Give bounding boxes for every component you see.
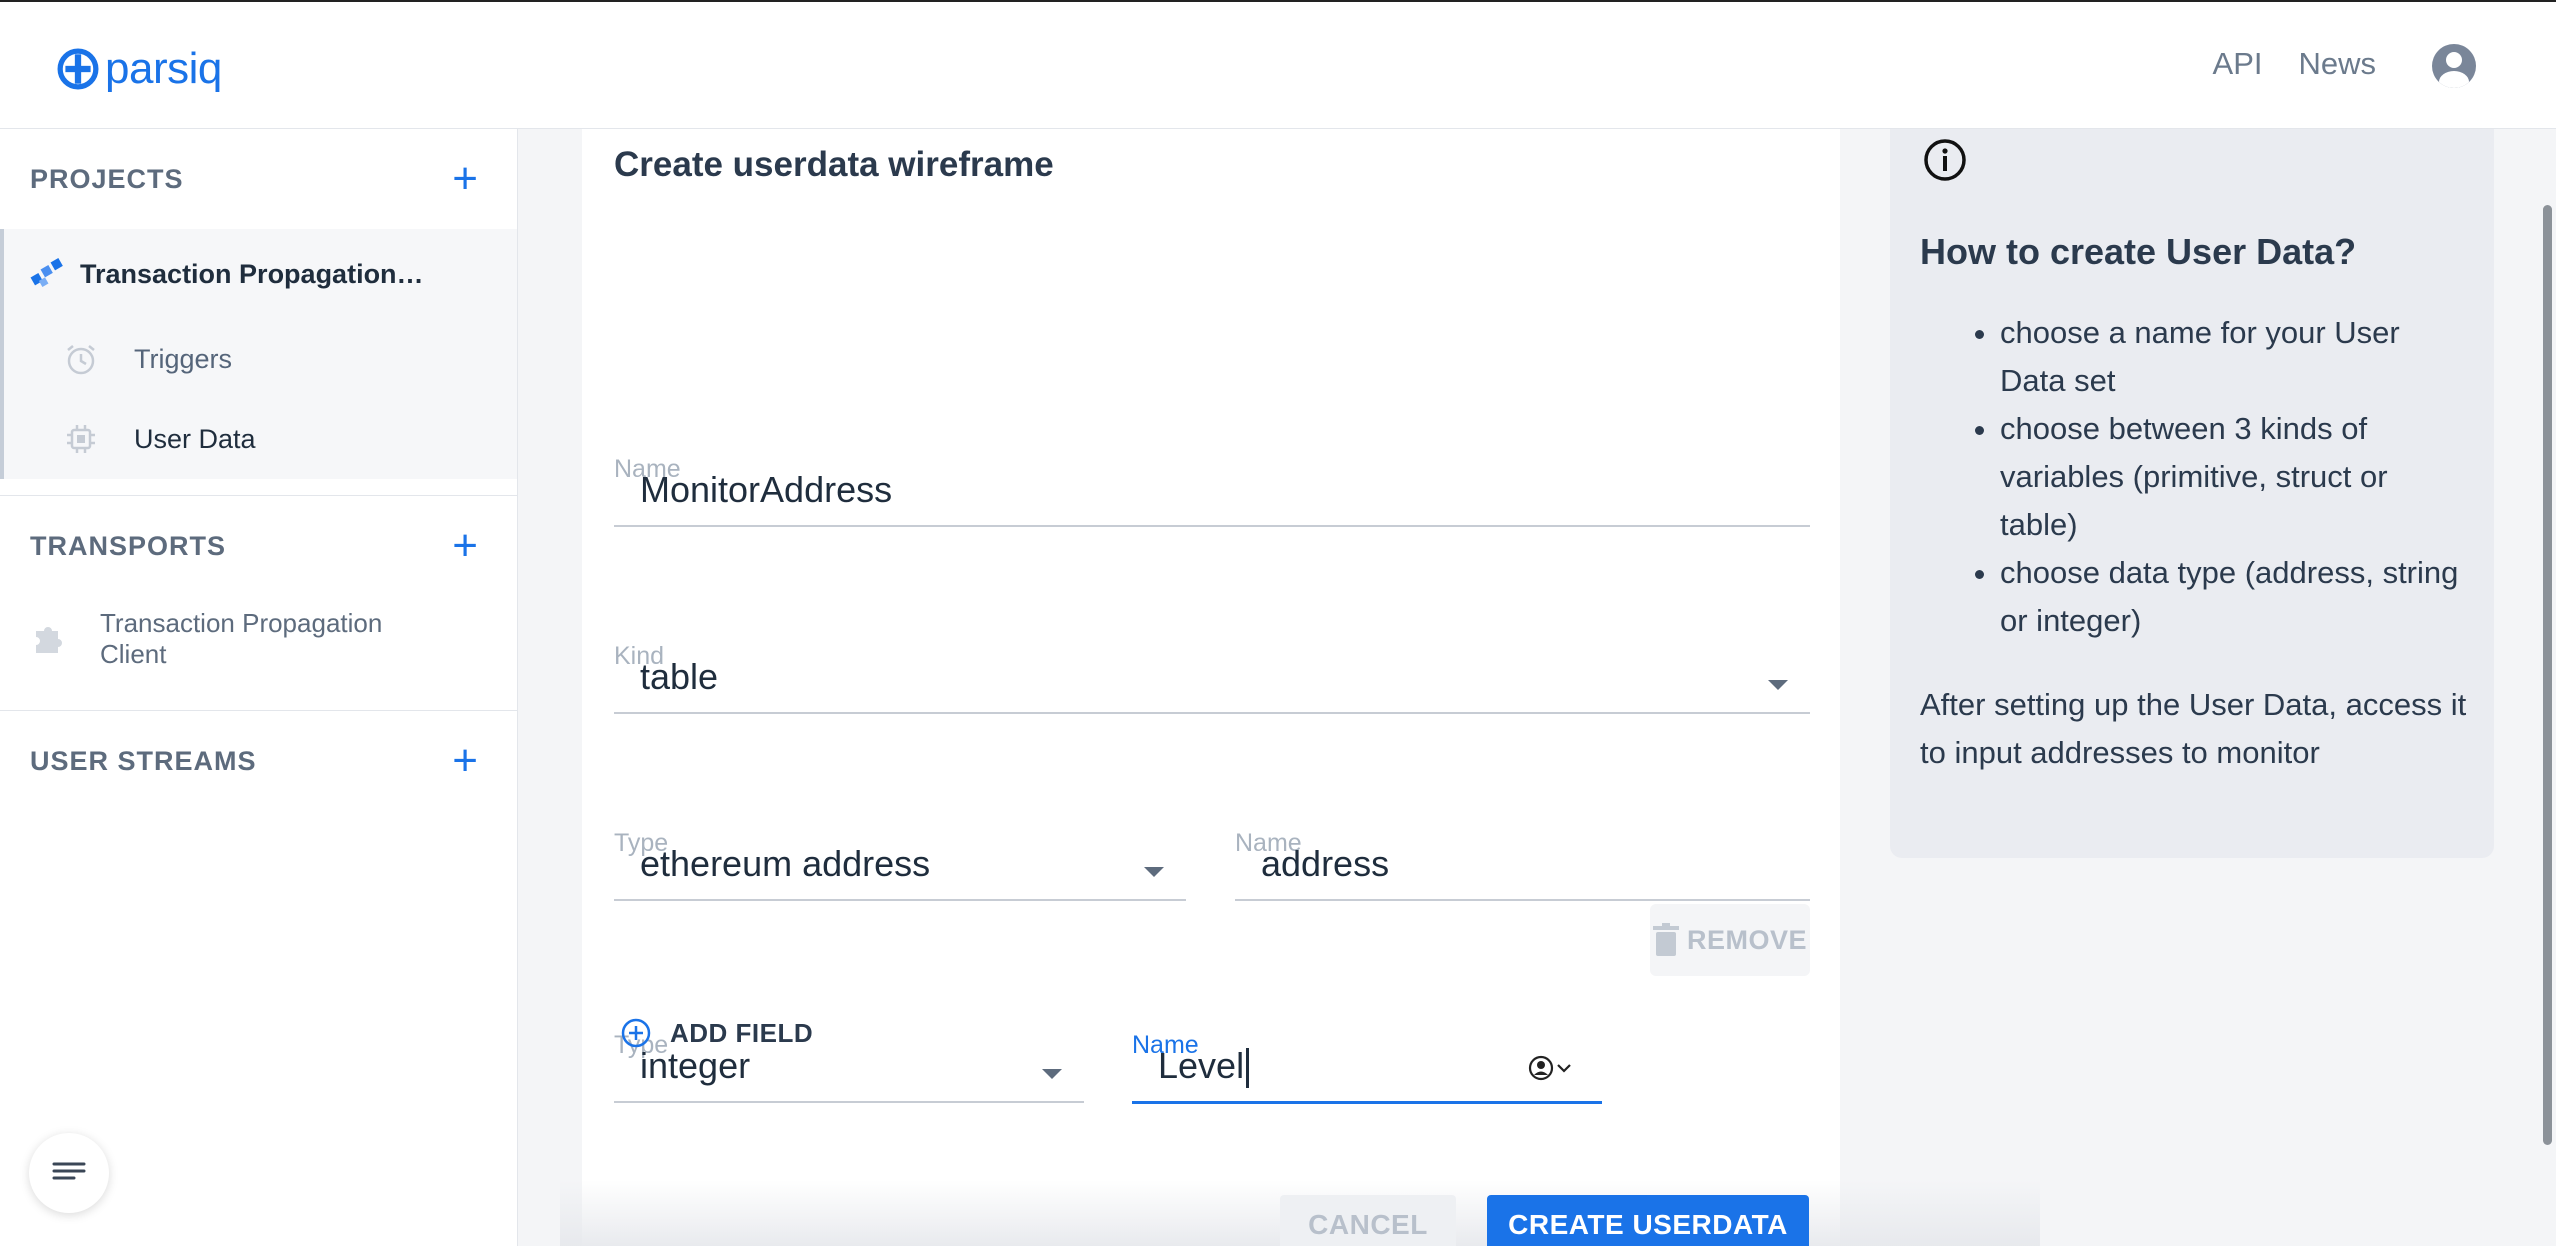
- parsiq-logo-icon: [57, 48, 99, 90]
- transport-item[interactable]: Transaction Propagation Client: [0, 596, 517, 710]
- add-field-button[interactable]: ADD FIELD: [620, 1017, 813, 1049]
- field1-name-field[interactable]: Name address: [1235, 829, 1810, 901]
- add-circle-icon: [621, 1018, 651, 1048]
- type-value: ethereum address: [640, 843, 931, 884]
- add-user-stream-button[interactable]: +: [452, 739, 479, 783]
- projects-header: PROJECTS +: [0, 129, 517, 229]
- top-nav: API News: [2213, 46, 2376, 82]
- chevron-down-icon: [1144, 867, 1164, 877]
- puzzle-piece-icon: [36, 627, 62, 654]
- type-value: integer: [640, 1045, 751, 1086]
- transports-header: TRANSPORTS +: [0, 496, 517, 596]
- chevron-down-icon: [1768, 680, 1788, 690]
- help-item: choose a name for your User Data set: [2000, 309, 2460, 405]
- help-list: choose a name for your User Data set cho…: [2000, 309, 2460, 645]
- create-userdata-card: Create userdata wireframe Name MonitorAd…: [582, 129, 1840, 1246]
- kind-select[interactable]: Kind table: [614, 642, 1810, 714]
- add-project-button[interactable]: +: [452, 157, 479, 201]
- name-field[interactable]: Name MonitorAddress: [614, 455, 1810, 527]
- contact-circle-icon: [1528, 1055, 1554, 1081]
- logo-text: parsiq: [105, 44, 222, 93]
- help-panel: How to create User Data? choose a name f…: [1890, 129, 2494, 858]
- chevron-down-icon: [1557, 1064, 1571, 1073]
- text-cursor: [1246, 1048, 1250, 1089]
- project-group: Transaction Propagation… Triggers User D…: [0, 229, 517, 479]
- field1-type-select[interactable]: Type ethereum address: [614, 829, 1186, 901]
- project-icon: [30, 258, 63, 287]
- field2-name-text: Level: [1158, 1045, 1245, 1086]
- user-streams-label: USER STREAMS: [30, 745, 257, 776]
- help-title: How to create User Data?: [1920, 231, 2357, 272]
- autofill-contact-icon[interactable]: [1528, 1055, 1572, 1081]
- sidebar-item-label: User Data: [134, 423, 256, 454]
- field1-name-input[interactable]: address: [1261, 843, 1389, 885]
- field2-name-field[interactable]: Name Level: [1132, 1031, 1602, 1104]
- info-icon: [1924, 139, 1966, 181]
- trash-icon: [1652, 923, 1679, 956]
- field2-type-select[interactable]: Type integer: [614, 1031, 1084, 1103]
- field2-name-input[interactable]: Level: [1158, 1045, 1250, 1089]
- add-transport-button[interactable]: +: [452, 524, 479, 568]
- chevron-down-icon: [1042, 1069, 1062, 1079]
- remove-label: REMOVE: [1686, 924, 1808, 955]
- sidebar: PROJECTS + Transaction Propagation… Trig…: [0, 129, 518, 1246]
- notes-icon: [52, 1162, 86, 1180]
- chip-icon: [67, 425, 95, 453]
- page-scrollbar[interactable]: [2543, 205, 2552, 1145]
- alarm-clock-icon: [67, 345, 95, 375]
- help-footer-text: After setting up the User Data, access i…: [1920, 687, 2467, 770]
- remove-field-button[interactable]: REMOVE: [1650, 904, 1810, 976]
- card-title: Create userdata wireframe: [614, 145, 1054, 184]
- transport-name: Transaction Propagation Client: [100, 608, 383, 670]
- create-userdata-button[interactable]: CREATE USERDATA: [1487, 1195, 1809, 1246]
- transports-label: TRANSPORTS: [30, 530, 227, 561]
- project-name: Transaction Propagation…: [80, 258, 424, 289]
- sidebar-item-label: Triggers: [134, 343, 233, 374]
- notes-button[interactable]: [29, 1133, 109, 1213]
- kind-value: table: [640, 656, 719, 697]
- nav-news-link[interactable]: News: [2298, 46, 2376, 82]
- nav-api-link[interactable]: API: [2213, 46, 2263, 82]
- top-bar: parsiq API News: [0, 0, 2556, 129]
- help-item: choose between 3 kinds of variables (pri…: [2000, 405, 2460, 549]
- sidebar-item-triggers[interactable]: Triggers: [4, 319, 517, 399]
- help-item: choose data type (address, string or int…: [2000, 549, 2460, 645]
- project-item[interactable]: Transaction Propagation…: [4, 229, 517, 319]
- name-input[interactable]: MonitorAddress: [640, 469, 892, 511]
- sidebar-item-user-data[interactable]: User Data: [4, 399, 517, 479]
- add-field-label: ADD FIELD: [670, 1017, 814, 1048]
- projects-label: PROJECTS: [30, 163, 184, 194]
- user-streams-header: USER STREAMS +: [0, 711, 517, 811]
- account-avatar-icon[interactable]: [2432, 44, 2476, 88]
- parsiq-logo[interactable]: parsiq: [57, 44, 222, 94]
- cancel-button[interactable]: CANCEL: [1280, 1195, 1456, 1246]
